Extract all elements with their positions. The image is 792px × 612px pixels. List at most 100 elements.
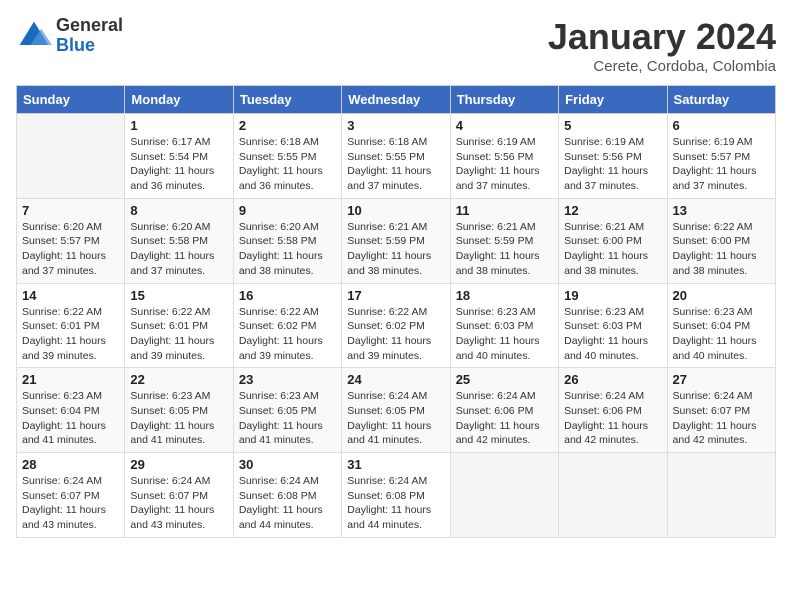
calendar-cell: 28 Sunrise: 6:24 AMSunset: 6:07 PMDayligh… — [17, 453, 125, 538]
calendar-cell: 6 Sunrise: 6:19 AMSunset: 5:57 PMDaylight… — [667, 114, 775, 199]
day-info: Sunrise: 6:23 AMSunset: 6:04 PMDaylight:… — [673, 305, 770, 364]
day-number: 1 — [130, 118, 227, 133]
calendar-cell: 10Sunrise: 6:21 AMSunset: 5:59 PMDayligh… — [342, 198, 450, 283]
day-number: 17 — [347, 288, 444, 303]
calendar-cell: 11 Sunrise: 6:21 AMSunset: 5:59 PMDayligh… — [450, 198, 558, 283]
day-info: Sunrise: 6:24 AMSunset: 6:05 PMDaylight:… — [347, 389, 444, 448]
day-info: Sunrise: 6:18 AMSunset: 5:55 PMDaylight:… — [239, 135, 336, 194]
location: Cerete, Cordoba, Colombia — [548, 58, 776, 75]
day-number: 8 — [130, 203, 227, 218]
calendar-cell: 9 Sunrise: 6:20 AMSunset: 5:58 PMDaylight… — [233, 198, 341, 283]
day-number: 5 — [564, 118, 661, 133]
day-number: 24 — [347, 372, 444, 387]
title-block: January 2024 Cerete, Cordoba, Colombia — [548, 16, 776, 75]
day-number: 26 — [564, 372, 661, 387]
calendar-cell: 30Sunrise: 6:24 AMSunset: 6:08 PMDayligh… — [233, 453, 341, 538]
day-number: 27 — [673, 372, 770, 387]
page-header: General Blue January 2024 Cerete, Cordob… — [16, 16, 776, 75]
day-number: 3 — [347, 118, 444, 133]
day-number: 25 — [456, 372, 553, 387]
calendar-cell: 7 Sunrise: 6:20 AMSunset: 5:57 PMDaylight… — [17, 198, 125, 283]
day-info: Sunrise: 6:23 AMSunset: 6:03 PMDaylight:… — [564, 305, 661, 364]
calendar-cell: 21Sunrise: 6:23 AMSunset: 6:04 PMDayligh… — [17, 368, 125, 453]
day-info: Sunrise: 6:24 AMSunset: 6:08 PMDaylight:… — [347, 474, 444, 533]
calendar-cell: 8 Sunrise: 6:20 AMSunset: 5:58 PMDaylight… — [125, 198, 233, 283]
calendar-cell — [450, 453, 558, 538]
day-info: Sunrise: 6:20 AMSunset: 5:58 PMDaylight:… — [130, 220, 227, 279]
day-number: 10 — [347, 203, 444, 218]
day-number: 21 — [22, 372, 119, 387]
day-number: 7 — [22, 203, 119, 218]
month-title: January 2024 — [548, 16, 776, 58]
calendar-cell: 23 Sunrise: 6:23 AMSunset: 6:05 PMDayligh… — [233, 368, 341, 453]
day-info: Sunrise: 6:22 AMSunset: 6:00 PMDaylight:… — [673, 220, 770, 279]
day-number: 29 — [130, 457, 227, 472]
calendar-cell: 15 Sunrise: 6:22 AMSunset: 6:01 PMDayligh… — [125, 283, 233, 368]
calendar-cell: 18 Sunrise: 6:23 AMSunset: 6:03 PMDayligh… — [450, 283, 558, 368]
day-info: Sunrise: 6:22 AMSunset: 6:02 PMDaylight:… — [347, 305, 444, 364]
calendar-cell: 24 Sunrise: 6:24 AMSunset: 6:05 PMDayligh… — [342, 368, 450, 453]
day-number: 20 — [673, 288, 770, 303]
logo-general: General — [56, 16, 123, 36]
day-number: 16 — [239, 288, 336, 303]
day-info: Sunrise: 6:17 AMSunset: 5:54 PMDaylight:… — [130, 135, 227, 194]
calendar-header-row: SundayMondayTuesdayWednesdayThursdayFrid… — [17, 86, 776, 114]
calendar-cell: 19 Sunrise: 6:23 AMSunset: 6:03 PMDayligh… — [559, 283, 667, 368]
day-number: 9 — [239, 203, 336, 218]
calendar-cell: 31Sunrise: 6:24 AMSunset: 6:08 PMDayligh… — [342, 453, 450, 538]
day-info: Sunrise: 6:19 AMSunset: 5:57 PMDaylight:… — [673, 135, 770, 194]
weekday-header: Tuesday — [233, 86, 341, 114]
day-info: Sunrise: 6:24 AMSunset: 6:06 PMDaylight:… — [456, 389, 553, 448]
day-info: Sunrise: 6:22 AMSunset: 6:01 PMDaylight:… — [22, 305, 119, 364]
logo-text: General Blue — [56, 16, 123, 56]
day-number: 22 — [130, 372, 227, 387]
day-number: 14 — [22, 288, 119, 303]
calendar-cell: 27Sunrise: 6:24 AMSunset: 6:07 PMDayligh… — [667, 368, 775, 453]
calendar-week-row: 14 Sunrise: 6:22 AMSunset: 6:01 PMDayligh… — [17, 283, 776, 368]
day-info: Sunrise: 6:23 AMSunset: 6:03 PMDaylight:… — [456, 305, 553, 364]
day-info: Sunrise: 6:19 AMSunset: 5:56 PMDaylight:… — [456, 135, 553, 194]
weekday-header: Wednesday — [342, 86, 450, 114]
calendar-table: SundayMondayTuesdayWednesdayThursdayFrid… — [16, 85, 776, 538]
calendar-week-row: 21Sunrise: 6:23 AMSunset: 6:04 PMDayligh… — [17, 368, 776, 453]
day-number: 30 — [239, 457, 336, 472]
day-number: 15 — [130, 288, 227, 303]
day-number: 2 — [239, 118, 336, 133]
day-number: 13 — [673, 203, 770, 218]
day-info: Sunrise: 6:20 AMSunset: 5:58 PMDaylight:… — [239, 220, 336, 279]
day-number: 19 — [564, 288, 661, 303]
day-number: 23 — [239, 372, 336, 387]
day-number: 18 — [456, 288, 553, 303]
logo: General Blue — [16, 16, 123, 56]
day-info: Sunrise: 6:18 AMSunset: 5:55 PMDaylight:… — [347, 135, 444, 194]
day-info: Sunrise: 6:23 AMSunset: 6:05 PMDaylight:… — [239, 389, 336, 448]
day-number: 12 — [564, 203, 661, 218]
calendar-cell: 3 Sunrise: 6:18 AMSunset: 5:55 PMDaylight… — [342, 114, 450, 199]
day-info: Sunrise: 6:21 AMSunset: 5:59 PMDaylight:… — [456, 220, 553, 279]
day-info: Sunrise: 6:20 AMSunset: 5:57 PMDaylight:… — [22, 220, 119, 279]
weekday-header: Sunday — [17, 86, 125, 114]
calendar-week-row: 7 Sunrise: 6:20 AMSunset: 5:57 PMDaylight… — [17, 198, 776, 283]
day-number: 6 — [673, 118, 770, 133]
day-number: 4 — [456, 118, 553, 133]
logo-icon — [16, 18, 52, 54]
calendar-cell — [17, 114, 125, 199]
calendar-cell: 12 Sunrise: 6:21 AMSunset: 6:00 PMDayligh… — [559, 198, 667, 283]
calendar-cell: 5Sunrise: 6:19 AMSunset: 5:56 PMDaylight… — [559, 114, 667, 199]
day-info: Sunrise: 6:24 AMSunset: 6:07 PMDaylight:… — [22, 474, 119, 533]
day-number: 28 — [22, 457, 119, 472]
weekday-header: Monday — [125, 86, 233, 114]
day-info: Sunrise: 6:24 AMSunset: 6:07 PMDaylight:… — [130, 474, 227, 533]
day-info: Sunrise: 6:24 AMSunset: 6:06 PMDaylight:… — [564, 389, 661, 448]
calendar-cell: 22Sunrise: 6:23 AMSunset: 6:05 PMDayligh… — [125, 368, 233, 453]
weekday-header: Thursday — [450, 86, 558, 114]
calendar-cell: 2 Sunrise: 6:18 AMSunset: 5:55 PMDaylight… — [233, 114, 341, 199]
logo-blue: Blue — [56, 36, 123, 56]
calendar-cell: 4 Sunrise: 6:19 AMSunset: 5:56 PMDaylight… — [450, 114, 558, 199]
calendar-week-row: 28 Sunrise: 6:24 AMSunset: 6:07 PMDayligh… — [17, 453, 776, 538]
calendar-cell: 14 Sunrise: 6:22 AMSunset: 6:01 PMDayligh… — [17, 283, 125, 368]
calendar-cell: 20 Sunrise: 6:23 AMSunset: 6:04 PMDayligh… — [667, 283, 775, 368]
day-info: Sunrise: 6:21 AMSunset: 6:00 PMDaylight:… — [564, 220, 661, 279]
day-info: Sunrise: 6:22 AMSunset: 6:01 PMDaylight:… — [130, 305, 227, 364]
day-number: 11 — [456, 203, 553, 218]
